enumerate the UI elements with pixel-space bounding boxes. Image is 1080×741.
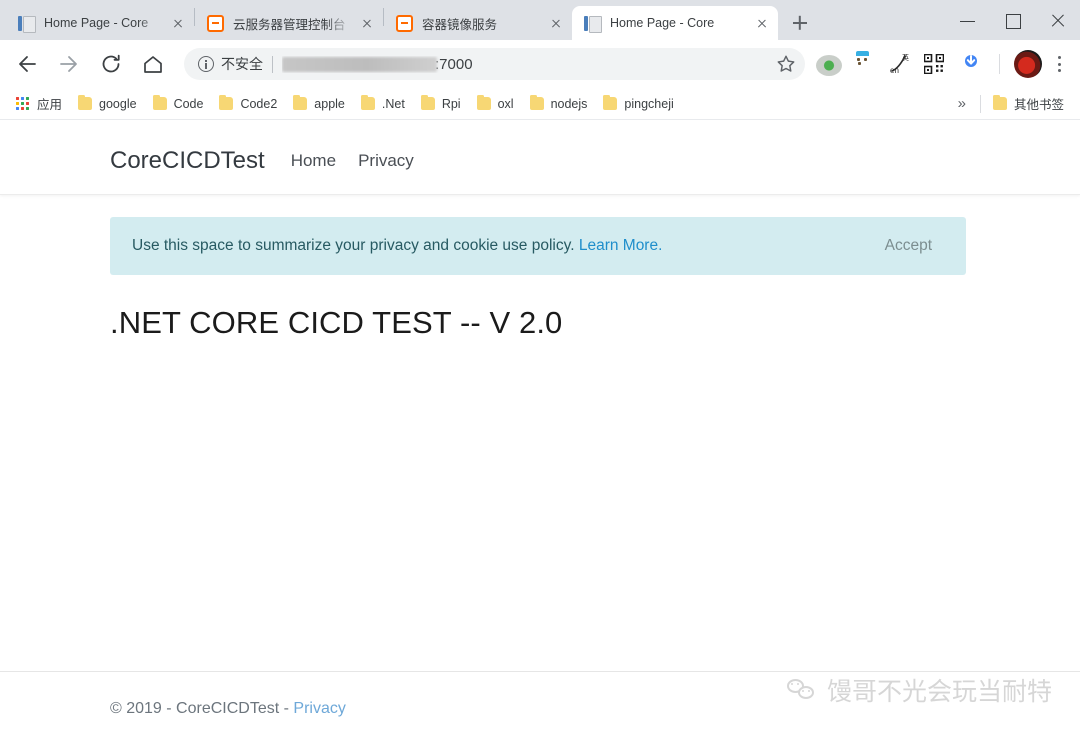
translate-extension-icon[interactable]: en 英	[888, 52, 914, 76]
bookmark-item-pingcheji[interactable]: pingcheji	[595, 94, 681, 114]
page-title: .NET CORE CICD TEST -- V 2.0	[110, 305, 563, 340]
omnibox-divider	[272, 55, 273, 73]
nav-link-privacy[interactable]: Privacy	[358, 151, 414, 171]
tab-title: Home Page - Core	[610, 16, 715, 30]
document-icon	[18, 15, 36, 33]
home-icon[interactable]	[136, 47, 170, 81]
browser-toolbar: 不安全 :7000 en 英	[0, 40, 1080, 88]
page-content: Use this space to summarize your privacy…	[0, 217, 1080, 341]
bookmark-label: apple	[314, 96, 345, 111]
bookmark-item-oxl[interactable]: oxl	[469, 94, 522, 114]
folder-icon	[992, 95, 1007, 110]
info-icon[interactable]	[198, 56, 214, 72]
svg-text:en: en	[890, 66, 899, 75]
maximize-icon[interactable]	[990, 3, 1035, 37]
qr-code-extension-icon[interactable]	[923, 51, 950, 77]
new-tab-button[interactable]	[786, 9, 814, 37]
site-nav: Home Privacy	[291, 151, 436, 171]
bookmarks-bar: 应用 google Code Code2 apple .Net Rpi oxl …	[0, 88, 1080, 120]
tab-strip: Home Page - Core 云服务器管理控制台 容器镜像服务 Home P…	[0, 0, 1080, 40]
bookmark-apps[interactable]: 应用	[8, 91, 70, 116]
bookmark-label: pingcheji	[624, 96, 674, 111]
nav-link-home[interactable]: Home	[291, 151, 336, 171]
bookmark-label: Code2	[240, 96, 278, 111]
bookmarks-divider	[979, 94, 981, 113]
security-status-label: 不安全	[221, 56, 263, 72]
browser-tab-2[interactable]: 云服务器管理控制台	[195, 6, 383, 40]
bookmark-item-rpi[interactable]: Rpi	[413, 94, 469, 114]
robot-clipboard-extension-icon[interactable]	[852, 51, 878, 77]
close-icon[interactable]	[1035, 3, 1080, 37]
tab-close-button[interactable]	[546, 13, 566, 33]
profile-avatar[interactable]	[1014, 50, 1042, 78]
tab-close-button[interactable]	[168, 13, 188, 33]
folder-icon	[360, 95, 375, 110]
folder-icon	[152, 95, 167, 110]
bookmarks-overflow-button[interactable]: »	[948, 95, 976, 112]
browser-tab-1[interactable]: Home Page - Core	[6, 6, 194, 40]
footer-copyright: © 2019 - CoreCICDTest -	[110, 700, 294, 717]
folder-icon	[529, 95, 544, 110]
aliyun-icon	[207, 14, 224, 32]
tab-title: Home Page - Core	[44, 16, 149, 30]
minimize-icon[interactable]	[945, 3, 990, 37]
site-header: CoreCICDTest Home Privacy	[0, 128, 1080, 195]
star-icon[interactable]	[769, 47, 803, 81]
bookmark-label: 应用	[37, 98, 63, 112]
bookmark-item-code2[interactable]: Code2	[211, 94, 285, 114]
forward-arrow-icon[interactable]	[52, 47, 86, 81]
folder-icon	[603, 95, 618, 110]
site-footer: © 2019 - CoreCICDTest - Privacy	[0, 671, 1080, 741]
tab-close-button[interactable]	[357, 13, 377, 33]
document-icon	[584, 15, 602, 33]
bookmark-label: 其他书签	[1013, 98, 1064, 112]
url-display: :7000	[282, 56, 473, 73]
folder-icon	[293, 95, 308, 110]
back-arrow-icon[interactable]	[10, 47, 44, 81]
folder-icon	[78, 95, 93, 110]
footer-text: © 2019 - CoreCICDTest - Privacy	[0, 672, 1080, 718]
browser-window: Home Page - Core 云服务器管理控制台 容器镜像服务 Home P…	[0, 0, 1080, 741]
bookmark-item-net[interactable]: .Net	[353, 94, 413, 114]
folder-icon	[219, 95, 234, 110]
bookmark-label: Code	[173, 96, 204, 111]
window-controls	[945, 0, 1080, 40]
site-brand[interactable]: CoreCICDTest	[110, 147, 265, 175]
bookmark-label: .Net	[381, 96, 405, 111]
browser-tab-3[interactable]: 容器镜像服务	[384, 6, 572, 40]
svg-text:英: 英	[902, 53, 909, 62]
bookmark-label: google	[99, 96, 137, 111]
browser-tab-4-active[interactable]: Home Page - Core	[572, 6, 778, 40]
apps-grid-icon	[16, 96, 30, 111]
green-dot-extension-icon[interactable]	[816, 54, 842, 76]
url-redacted-block	[282, 56, 437, 72]
bookmark-item-google[interactable]: google	[70, 94, 145, 114]
tab-close-button[interactable]	[752, 13, 772, 33]
cookie-consent-banner: Use this space to summarize your privacy…	[110, 217, 966, 275]
toolbar-divider	[999, 54, 1000, 74]
bookmark-item-nodejs[interactable]: nodejs	[522, 94, 596, 114]
cookie-banner-message: Use this space to summarize your privacy…	[132, 237, 579, 254]
tab-title: 容器镜像服务	[422, 17, 498, 32]
bookmark-item-apple[interactable]: apple	[285, 94, 353, 114]
bookmark-label: Rpi	[441, 96, 461, 111]
folder-icon	[420, 95, 435, 110]
bookmark-item-code[interactable]: Code	[145, 94, 212, 114]
bookmark-label: oxl	[497, 96, 514, 111]
accept-button[interactable]: Accept	[873, 233, 944, 259]
bookmark-label: nodejs	[550, 96, 588, 111]
url-suffix: :7000	[435, 55, 473, 73]
footer-privacy-link[interactable]: Privacy	[293, 700, 345, 717]
page-viewport: CoreCICDTest Home Privacy Use this space…	[0, 128, 1080, 741]
chrome-download-extension-icon[interactable]	[960, 51, 986, 77]
tab-title: 云服务器管理控制台	[233, 17, 346, 32]
folder-icon	[476, 95, 491, 110]
aliyun-icon	[396, 14, 413, 32]
cookie-banner-text: Use this space to summarize your privacy…	[132, 237, 873, 255]
learn-more-link[interactable]: Learn More.	[579, 237, 663, 254]
address-bar[interactable]: 不安全 :7000	[184, 48, 805, 80]
kebab-menu-icon[interactable]	[1050, 50, 1070, 78]
reload-icon[interactable]	[94, 47, 128, 81]
bookmark-item-other[interactable]: 其他书签	[985, 91, 1072, 116]
